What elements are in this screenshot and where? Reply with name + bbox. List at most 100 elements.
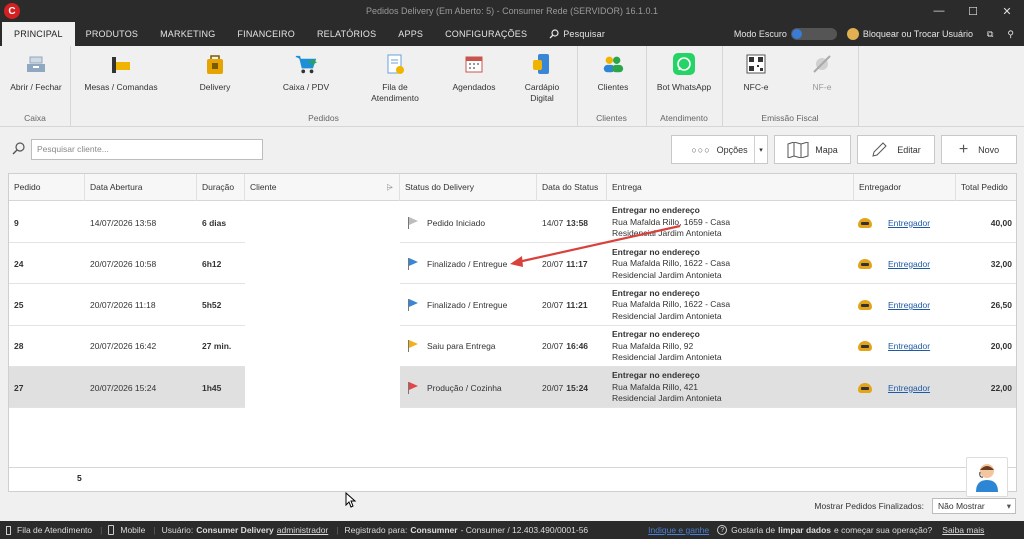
dots-icon: ○○○ xyxy=(691,144,711,155)
cell-entrega: Entregar no endereço Rua Mafalda Rillo, 1… xyxy=(607,243,854,284)
status-flag-icon xyxy=(408,381,418,394)
user-status-name: Consumer Delivery xyxy=(196,525,274,535)
mesas-comandas-button[interactable]: Mesas / Comandas xyxy=(76,52,166,93)
entregador-link[interactable]: Entregador xyxy=(888,300,930,310)
saiba-mais-link[interactable]: Saiba mais xyxy=(942,525,984,535)
cardapio-digital-button[interactable]: Cardápio Digital xyxy=(516,52,568,104)
menu-right: Modo Escuro Bloquear ou Trocar Usuário ⧉… xyxy=(734,22,1024,46)
tab-apps[interactable]: APPS xyxy=(387,22,434,46)
cell-entregador: Entregador xyxy=(854,367,956,408)
col-pedido[interactable]: Pedido xyxy=(9,174,85,201)
search-client-input[interactable]: Pesquisar cliente... xyxy=(31,139,263,160)
clientes-button[interactable]: Clientes xyxy=(588,52,638,93)
status-time: 11:21 xyxy=(566,300,588,311)
tab-configuracoes[interactable]: CONFIGURAÇÕES xyxy=(434,22,538,46)
finalizados-filter: Mostrar Pedidos Finalizados: Não Mostrar xyxy=(814,498,1016,514)
col-cliente-label: Cliente xyxy=(250,182,277,192)
help-icon: ? xyxy=(717,525,728,535)
table-footer: 5 xyxy=(9,467,1016,491)
table-row[interactable]: 28 20/07/2026 16:42 27 min. Saiu para Entre… xyxy=(9,325,1016,367)
col-total-pedido[interactable]: Total Pedido xyxy=(956,174,1016,201)
cell-abertura: 20/07/2026 10:58 xyxy=(90,258,157,269)
status-label: Saiu para Entrega xyxy=(427,341,496,352)
switch-user-link[interactable]: Bloquear ou Trocar Usuário xyxy=(863,29,973,39)
entregador-link[interactable]: Entregador xyxy=(888,341,930,351)
finalizados-select[interactable]: Não Mostrar xyxy=(932,498,1016,514)
tab-relatorios[interactable]: RELATÓRIOS xyxy=(306,22,387,46)
cell-duracao: 6 dias xyxy=(202,217,227,228)
status-time: 15:24 xyxy=(566,382,589,393)
finalizados-label: Mostrar Pedidos Finalizados: xyxy=(814,501,924,511)
mapa-label: Mapa xyxy=(815,144,838,155)
mapa-button[interactable]: Mapa xyxy=(774,135,851,164)
filter-icon[interactable]: ⩥ xyxy=(386,174,393,201)
status-label: Finalizado / Entregue xyxy=(427,300,508,311)
fila-atendimento-status[interactable]: Fila de Atendimento xyxy=(6,525,92,535)
table-row[interactable]: 27 20/07/2026 15:24 1h45 Produção / Cozinha… xyxy=(9,367,1016,409)
fila-atendimento-button[interactable]: Fila de Atendimento xyxy=(362,52,428,104)
tab-marketing[interactable]: MARKETING xyxy=(149,22,226,46)
table-row[interactable]: 9 14/07/2026 13:58 6 dias Pedido Iniciado 14… xyxy=(9,202,1016,243)
registration-label: Registrado para: xyxy=(344,525,408,535)
help-text-2: e começar sua operação? xyxy=(834,525,933,535)
motorcycle-helmet-icon xyxy=(858,300,872,311)
caixa-pdv-button[interactable]: Caixa / PDV xyxy=(276,52,336,93)
cell-pedido: 27 xyxy=(14,382,24,393)
popout-icon[interactable]: ⧉ xyxy=(987,29,993,40)
tab-principal[interactable]: PRINCIPAL xyxy=(2,22,75,46)
col-entregador[interactable]: Entregador xyxy=(854,174,956,201)
abrir-fechar-button[interactable]: Abrir / Fechar xyxy=(6,52,66,93)
tab-pesquisar-label: Pesquisar xyxy=(563,29,606,39)
entregador-link[interactable]: Entregador xyxy=(888,383,930,393)
col-status-delivery[interactable]: Status do Delivery xyxy=(400,174,537,201)
search-icon xyxy=(12,142,25,155)
novo-button[interactable]: + Novo xyxy=(941,135,1017,164)
col-data-status[interactable]: Data do Status xyxy=(537,174,607,201)
cell-cliente xyxy=(245,325,400,367)
col-duracao[interactable]: Duração xyxy=(197,174,245,201)
cell-total: 22,00 xyxy=(990,382,1012,393)
support-assistant-icon[interactable] xyxy=(966,457,1008,497)
agendados-button[interactable]: Agendados xyxy=(446,52,502,93)
table-row[interactable]: 25 20/07/2026 11:18 5h52 Finalizado / Entre… xyxy=(9,284,1016,326)
entregador-link[interactable]: Entregador xyxy=(888,259,930,269)
group-emissao-fiscal: Emissão Fiscal xyxy=(761,113,819,123)
user-status-role[interactable]: administrador xyxy=(277,525,329,535)
nfe-button[interactable]: NF-e xyxy=(802,52,842,93)
status-flag-icon xyxy=(408,257,418,270)
delivery-button[interactable]: Delivery xyxy=(188,52,242,93)
col-cliente[interactable]: Cliente ⩥ xyxy=(245,174,400,201)
cell-abertura: 20/07/2026 16:42 xyxy=(90,341,157,352)
col-data-abertura[interactable]: Data Abertura xyxy=(85,174,197,201)
agendados-label: Agendados xyxy=(452,82,496,92)
action-row: Pesquisar cliente... ○○○ Opções ▾ Mapa E… xyxy=(0,128,1024,172)
col-entrega[interactable]: Entrega xyxy=(607,174,854,201)
cell-data-status: 20/07 16:46 xyxy=(537,326,607,367)
tab-pesquisar[interactable]: Pesquisar xyxy=(538,22,616,46)
window-title: Pedidos Delivery (Em Aberto: 5) - Consum… xyxy=(366,6,658,16)
opcoes-button[interactable]: ○○○ Opções ▾ xyxy=(671,135,768,164)
minimize-button[interactable]: — xyxy=(922,0,956,22)
entregador-link[interactable]: Entregador xyxy=(888,218,930,228)
mobile-status-label: Mobile xyxy=(120,525,146,535)
cell-duracao: 6h12 xyxy=(202,258,222,269)
tab-financeiro[interactable]: FINANCEIRO xyxy=(226,22,306,46)
pin-icon[interactable]: ⚲ xyxy=(1007,29,1014,40)
chevron-down-icon[interactable]: ▾ xyxy=(754,136,767,163)
cell-duracao: 27 min. xyxy=(202,341,232,352)
dark-mode-label: Modo Escuro xyxy=(733,29,787,39)
entrega-line: Residencial Jardim Antonieta xyxy=(612,352,722,363)
bot-whatsapp-button[interactable]: Bot WhatsApp xyxy=(652,52,716,93)
editar-button[interactable]: Editar xyxy=(857,135,935,164)
maximize-button[interactable]: ☐ xyxy=(956,0,990,22)
indique-link[interactable]: Indique e ganhe xyxy=(648,525,709,535)
cell-entregador: Entregador xyxy=(854,326,956,367)
mobile-status[interactable]: Mobile xyxy=(108,525,145,535)
clients-icon xyxy=(601,52,625,76)
dark-mode-toggle[interactable] xyxy=(790,28,837,40)
table-row[interactable]: 24 20/07/2026 10:58 6h12 Finalizado / Entre… xyxy=(9,243,1016,285)
cardapio-digital-label: Cardápio Digital xyxy=(524,82,560,103)
close-button[interactable]: ✕ xyxy=(990,0,1024,22)
tab-produtos[interactable]: PRODUTOS xyxy=(75,22,149,46)
nfce-button[interactable]: NFC-e xyxy=(734,52,778,93)
